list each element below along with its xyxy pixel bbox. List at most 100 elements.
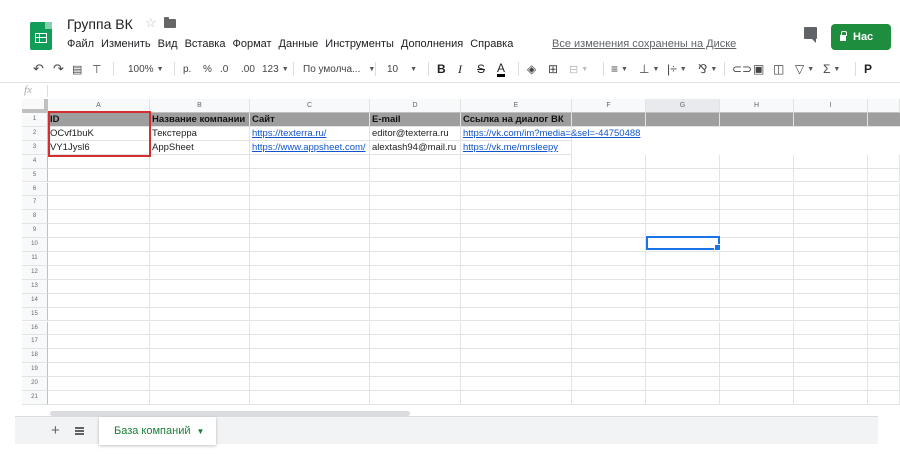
empty-cell[interactable] <box>370 391 461 405</box>
empty-cell[interactable] <box>250 265 370 280</box>
column-header-g[interactable]: G <box>646 99 720 113</box>
empty-cell[interactable] <box>250 321 370 336</box>
row-header-12[interactable]: 12 <box>22 265 48 280</box>
row-header-11[interactable]: 11 <box>22 252 48 266</box>
cell-b1[interactable]: Название компании <box>150 113 250 127</box>
empty-cell[interactable] <box>720 182 794 197</box>
menu-insert[interactable]: Вставка <box>185 38 226 50</box>
empty-cell[interactable] <box>48 321 150 336</box>
empty-cell[interactable] <box>48 224 150 239</box>
empty-cell[interactable] <box>370 335 461 350</box>
empty-cell[interactable] <box>461 238 572 252</box>
cell-i1[interactable] <box>794 113 868 127</box>
font-select[interactable]: По умолча... ▼ <box>303 57 375 81</box>
empty-cell[interactable] <box>461 349 572 364</box>
empty-cell[interactable] <box>150 293 250 308</box>
empty-cell[interactable] <box>461 377 572 391</box>
currency-button[interactable]: р. <box>183 57 191 81</box>
empty-cell[interactable] <box>461 224 572 239</box>
empty-cell[interactable] <box>48 182 150 197</box>
empty-cell[interactable] <box>250 363 370 378</box>
empty-cell[interactable] <box>250 349 370 364</box>
empty-cell[interactable] <box>572 279 646 294</box>
merge-cells-icon[interactable]: ⊟ ▼ <box>569 57 588 81</box>
empty-cell[interactable] <box>794 293 868 308</box>
empty-cell[interactable] <box>461 363 572 378</box>
empty-cell[interactable] <box>150 349 250 364</box>
empty-cell[interactable] <box>720 238 794 252</box>
empty-cell[interactable] <box>572 154 646 169</box>
empty-cell[interactable] <box>48 238 150 252</box>
italic-button[interactable]: I <box>458 57 462 81</box>
empty-cell[interactable] <box>794 238 868 252</box>
empty-cell[interactable] <box>646 279 720 294</box>
empty-cell[interactable] <box>370 321 461 336</box>
empty-cell[interactable] <box>250 238 370 252</box>
empty-cell[interactable] <box>868 252 900 266</box>
empty-cell[interactable] <box>572 363 646 378</box>
empty-cell[interactable] <box>48 377 150 391</box>
empty-cell[interactable] <box>794 182 868 197</box>
empty-cell[interactable] <box>150 238 250 252</box>
text-color-button[interactable]: A <box>497 57 506 81</box>
menu-view[interactable]: Вид <box>158 38 178 50</box>
add-sheet-icon[interactable]: + <box>51 422 60 439</box>
cell-b2[interactable]: Текстерра <box>150 126 250 141</box>
number-format-select[interactable]: 123 ▼ <box>262 57 289 81</box>
column-header-j[interactable] <box>868 99 900 113</box>
zoom-select[interactable]: 100% ▼ <box>128 57 164 81</box>
empty-cell[interactable] <box>720 335 794 350</box>
empty-cell[interactable] <box>868 238 900 252</box>
empty-cell[interactable] <box>794 210 868 225</box>
empty-cell[interactable] <box>461 252 572 266</box>
column-header-e[interactable]: E <box>461 99 572 113</box>
empty-cell[interactable] <box>720 196 794 211</box>
empty-cell[interactable] <box>794 252 868 266</box>
empty-cell[interactable] <box>868 168 900 183</box>
align-vertical-icon[interactable]: ⊥ ▼ <box>639 57 659 81</box>
empty-cell[interactable] <box>370 307 461 322</box>
empty-cell[interactable] <box>868 377 900 391</box>
empty-cell[interactable] <box>794 196 868 211</box>
empty-cell[interactable] <box>48 210 150 225</box>
row-header-7[interactable]: 7 <box>22 196 48 211</box>
selected-cell[interactable] <box>646 236 721 251</box>
row-header-9[interactable]: 9 <box>22 224 48 239</box>
empty-cell[interactable] <box>370 238 461 252</box>
empty-cell[interactable] <box>461 335 572 350</box>
empty-cell[interactable] <box>868 182 900 197</box>
empty-cell[interactable] <box>572 307 646 322</box>
empty-cell[interactable] <box>868 349 900 364</box>
font-size-select[interactable]: 10 ▼ <box>387 57 417 81</box>
row-header-2[interactable]: 2 <box>22 126 48 141</box>
empty-cell[interactable] <box>250 391 370 405</box>
empty-cell[interactable] <box>720 210 794 225</box>
empty-cell[interactable] <box>150 224 250 239</box>
empty-cell[interactable] <box>572 293 646 308</box>
empty-cell[interactable] <box>150 196 250 211</box>
empty-cell[interactable] <box>646 321 720 336</box>
empty-cell[interactable] <box>150 391 250 405</box>
sheets-logo-icon[interactable] <box>30 22 52 50</box>
borders-icon[interactable]: ⊞ <box>548 57 558 81</box>
empty-cell[interactable] <box>461 321 572 336</box>
menu-file[interactable]: Файл <box>67 38 94 50</box>
menu-help[interactable]: Справка <box>470 38 513 50</box>
row-header-20[interactable]: 20 <box>22 377 48 391</box>
row-header-13[interactable]: 13 <box>22 279 48 294</box>
cell-e3[interactable]: https://vk.me/mrsleepy <box>461 140 572 155</box>
empty-cell[interactable] <box>720 224 794 239</box>
empty-cell[interactable] <box>794 335 868 350</box>
strikethrough-button[interactable]: S <box>477 57 485 81</box>
undo-icon[interactable]: ↶ <box>33 57 44 81</box>
empty-cell[interactable] <box>794 321 868 336</box>
empty-cell[interactable] <box>150 279 250 294</box>
empty-cell[interactable] <box>48 252 150 266</box>
empty-cell[interactable] <box>370 363 461 378</box>
empty-cell[interactable] <box>868 391 900 405</box>
empty-cell[interactable] <box>370 293 461 308</box>
empty-cell[interactable] <box>250 196 370 211</box>
empty-cell[interactable] <box>150 210 250 225</box>
empty-cell[interactable] <box>794 391 868 405</box>
select-all-corner[interactable] <box>22 99 48 113</box>
